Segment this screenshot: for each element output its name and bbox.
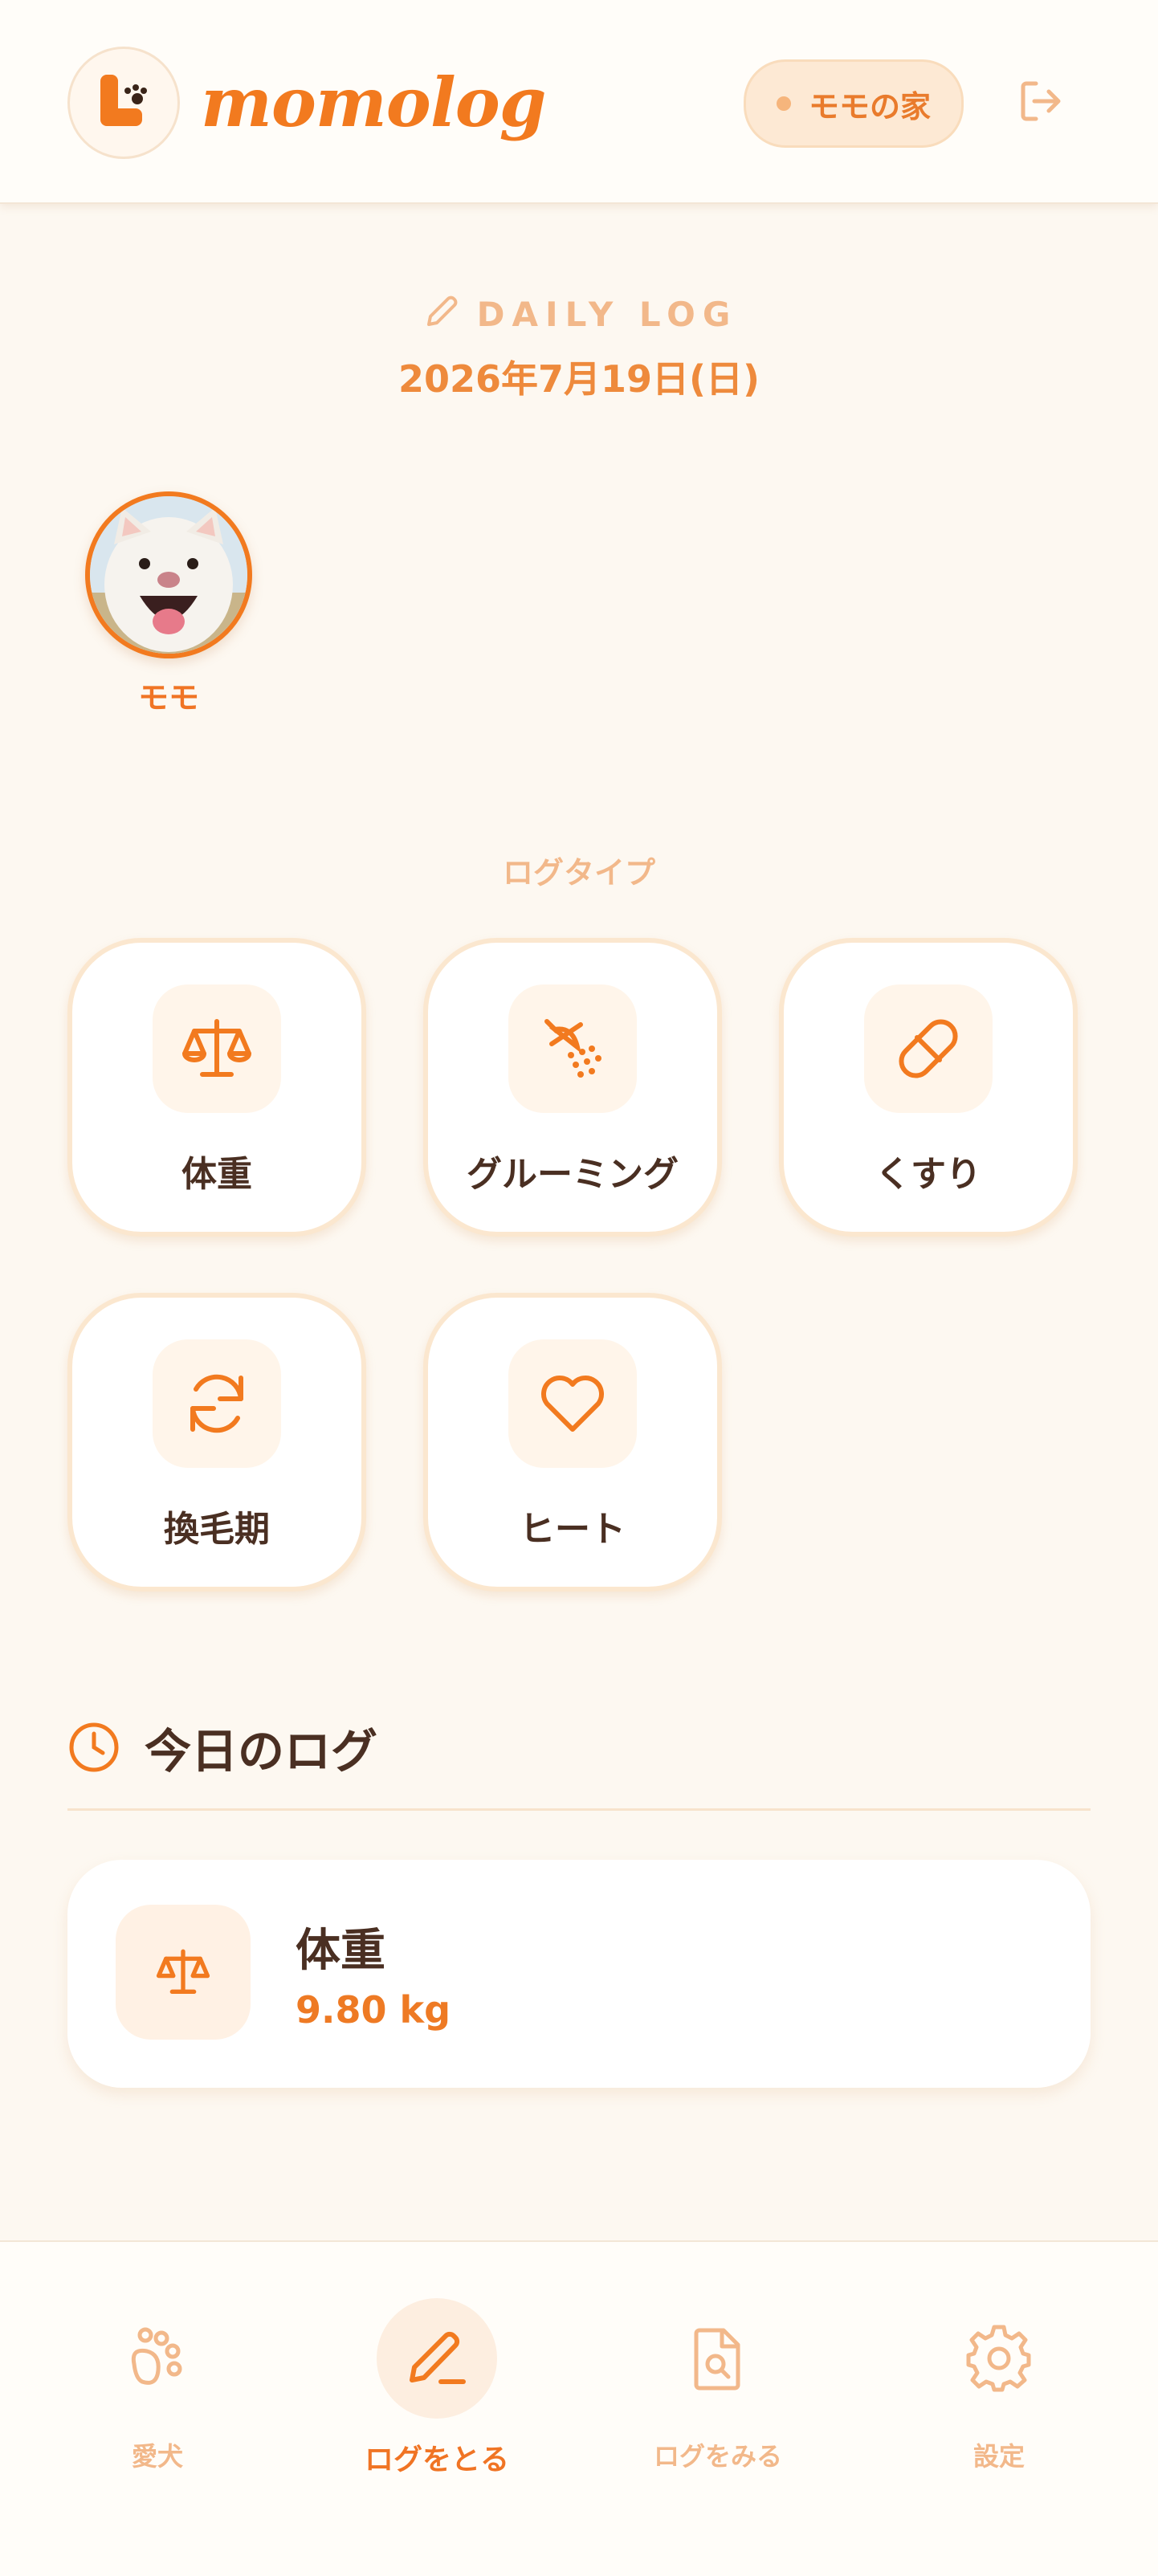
log-type-icon-box [153,1339,281,1468]
nav-item-take-log[interactable]: ログをとる [332,2298,541,2478]
log-type-weight[interactable]: 体重 [67,938,366,1237]
divider [67,1808,1091,1811]
scale-icon [156,1949,210,1995]
status-dot [776,96,791,111]
log-type-label-text: グルーミング [467,1154,679,1195]
nav-icon-wrap [377,2298,497,2419]
nav-label: 設定 [972,2441,1025,2472]
today-log-title: 今日のログ [145,1724,378,1779]
daily-log-heading: DAILY LOG [0,291,1158,334]
log-entry-title: 体重 [296,1925,385,1977]
nav-item-dogs[interactable]: 愛犬 [53,2298,262,2473]
nav-item-settings[interactable]: 設定 [895,2298,1103,2473]
log-type-label-text: 換毛期 [164,1509,270,1550]
pencil-icon [426,296,458,326]
nav-icon-wrap [658,2298,778,2419]
clock-icon [69,1722,119,1772]
log-type-label-text: くすり [875,1154,981,1195]
log-type-icon-box [153,984,281,1113]
app-header: momolog モモの家 [0,0,1158,204]
log-type-icon-box [508,984,637,1113]
pill-icon [899,1019,958,1078]
log-type-grooming[interactable]: グルーミング [423,938,722,1237]
nav-item-view-log[interactable]: ログをみる [614,2298,822,2473]
pet-avatar[interactable] [85,491,252,658]
log-type-label-text: 体重 [181,1154,252,1195]
nav-label: ログをみる [653,2441,782,2472]
log-type-icon-box [864,984,993,1113]
nav-icon-wrap [97,2298,218,2419]
log-type-icon-box [508,1339,637,1468]
logo-paw-icon [100,75,147,126]
bottom-nav: 愛犬 ログをとる ログをみる 設定 [0,2240,1158,2576]
heart-icon [541,1376,604,1432]
shower-icon [544,1019,601,1078]
nav-icon-wrap [939,2298,1059,2419]
log-date[interactable]: 2026年7月19日(日) [0,350,1158,403]
nav-label: ログをとる [364,2444,509,2476]
log-type-label: ログタイプ [502,855,655,891]
household-name: モモの家 [808,88,931,124]
dog-photo [90,496,247,654]
nav-label: 愛犬 [131,2441,183,2472]
pet-name: モモ [137,680,199,715]
scale-icon [182,1019,251,1077]
log-entry-icon-box [116,1905,251,2040]
today-log-heading: 今日のログ [67,1715,377,1779]
log-type-medicine[interactable]: くすり [779,938,1078,1237]
logout-icon[interactable] [1015,75,1066,127]
household-switcher[interactable]: モモの家 [744,59,964,148]
daily-log-label: DAILY LOG [476,295,738,334]
brand-name: momolog [201,63,546,142]
app-logo[interactable] [67,47,180,159]
document-search-icon [694,2328,740,2391]
log-type-label-text: ヒート [520,1509,626,1550]
log-entry-value: 9.80 kg [296,1988,451,2032]
log-type-heat[interactable]: ヒート [423,1293,722,1592]
refresh-icon [190,1374,243,1433]
pet-selector[interactable]: モモ [85,491,252,717]
gear-icon [966,2325,1031,2392]
log-type-shedding[interactable]: 換毛期 [67,1293,366,1592]
log-entry-card[interactable]: 体重 9.80 kg [67,1860,1091,2088]
paw-icon [131,2327,182,2385]
pencil-icon [410,2331,466,2384]
